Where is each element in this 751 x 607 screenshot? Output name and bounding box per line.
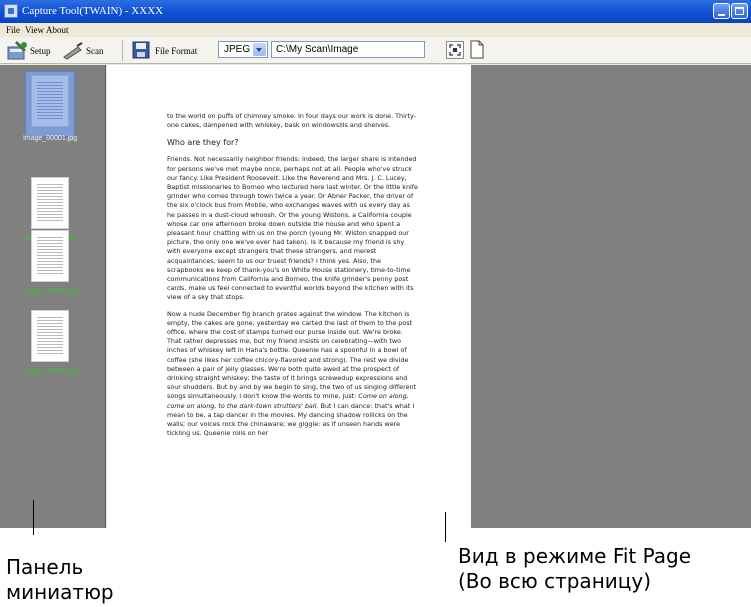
fit-page-button[interactable]: [446, 41, 464, 59]
doc-paragraph: Friends. Not necessarily neighbor friend…: [167, 155, 418, 302]
thumbnail-page: [31, 177, 69, 229]
file-format-button[interactable]: File Format: [132, 41, 202, 60]
save-path-value: C:\My Scan\Image: [276, 44, 359, 55]
page-icon: [470, 40, 484, 59]
setup-label: Setup: [30, 46, 51, 56]
format-select[interactable]: JPEG: [218, 41, 268, 58]
capture-tool-window: Capture Tool(TWAIN) - XXXX File View Abo…: [0, 0, 751, 528]
doc-heading: Who are they for?: [167, 138, 239, 148]
app-icon: [4, 4, 18, 18]
menu-view[interactable]: View: [25, 25, 44, 35]
file-format-label: File Format: [155, 46, 198, 56]
thumbnail-caption: Image_00004.jpg: [22, 368, 78, 375]
doc-paragraph: to the world on puffs of chimney smoke. …: [167, 112, 416, 130]
thumbnail-caption: Image_00003.jpg: [22, 288, 78, 295]
fit-page-icon: [449, 44, 461, 56]
menu-file[interactable]: File: [6, 25, 20, 35]
menu-about[interactable]: About: [46, 25, 69, 35]
thumbnail-page: [31, 75, 69, 127]
toolbar-divider: [122, 40, 123, 61]
thumbnail-panel[interactable]: Image_00001.jpg Image_00002.jpg Image_00…: [0, 65, 106, 528]
scan-icon: [63, 42, 83, 60]
actual-page-button[interactable]: [469, 40, 485, 59]
format-value: JPEG: [224, 44, 251, 55]
thumbnail-page: [31, 230, 69, 282]
document-text: to the world on puffs of chimney smoke. …: [167, 112, 419, 446]
thumbnail-panel-caption: Панель миниатюр: [6, 555, 114, 604]
window-title: Capture Tool(TWAIN) - XXXX: [22, 5, 164, 17]
chevron-down-icon[interactable]: [253, 43, 266, 56]
setup-icon: [7, 40, 27, 60]
menu-bar: File View About: [0, 23, 751, 37]
document-page: to the world on puffs of chimney smoke. …: [107, 65, 471, 528]
callout-line-thumbnails: [33, 500, 34, 535]
save-path-field[interactable]: C:\My Scan\Image: [271, 41, 425, 58]
setup-button[interactable]: Setup: [6, 40, 58, 60]
title-bar[interactable]: Capture Tool(TWAIN) - XXXX: [0, 0, 751, 23]
callout-line-view: [445, 512, 446, 542]
thumbnail-page: [31, 310, 69, 362]
save-disk-icon: [132, 41, 150, 59]
toolbar: Setup Scan File Format JPEG C:\My Scan\I…: [0, 37, 751, 64]
fit-page-caption: Вид в режиме Fit Page (Во всю страницу): [458, 544, 692, 593]
fit-page-view[interactable]: to the world on puffs of chimney smoke. …: [107, 65, 751, 528]
scan-label: Scan: [86, 46, 104, 56]
maximize-button[interactable]: [731, 3, 748, 19]
doc-text-run: Now a nude December fig branch grates ag…: [167, 309, 417, 401]
minimize-button[interactable]: [713, 3, 730, 19]
scan-button[interactable]: Scan: [62, 42, 110, 60]
thumbnail-caption: Image_00001.jpg: [22, 135, 78, 142]
doc-paragraph: Now a nude December fig branch grates ag…: [167, 310, 419, 439]
